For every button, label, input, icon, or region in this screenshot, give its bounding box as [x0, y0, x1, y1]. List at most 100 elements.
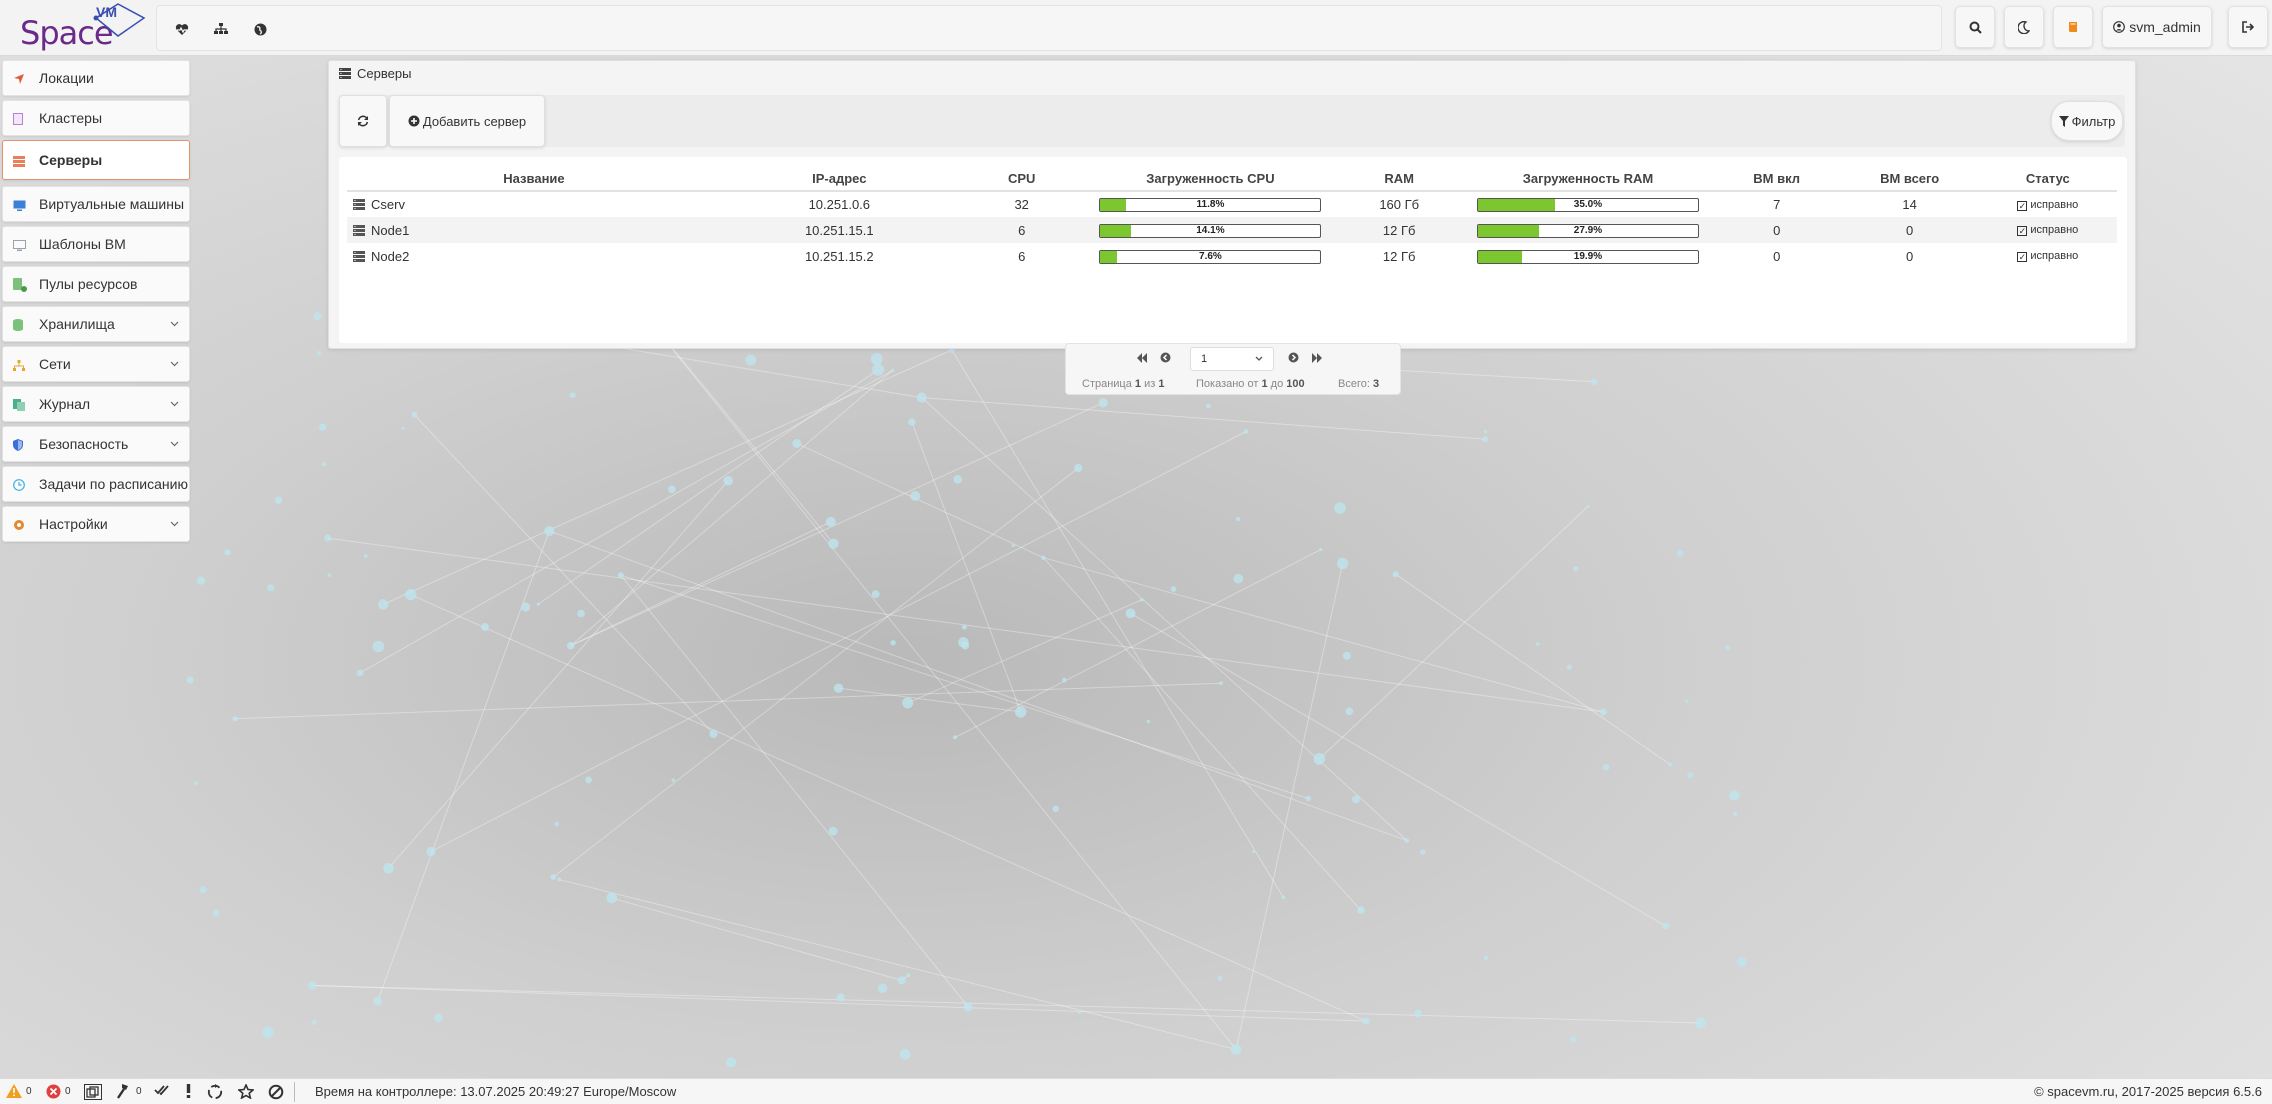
exclamation-icon	[186, 1084, 191, 1098]
shield-icon	[13, 438, 25, 451]
last-page-icon[interactable]	[1311, 352, 1323, 366]
favorites-button[interactable]	[238, 1084, 254, 1099]
cell-ram: 160 Гб	[1379, 197, 1420, 212]
cell-vm-total: 0	[1906, 248, 1914, 264]
sidebar-item-0[interactable]: Локации	[2, 60, 190, 96]
sitemap-icon[interactable]	[210, 18, 232, 40]
prev-page-icon[interactable]	[1160, 352, 1171, 366]
sidebar-item-label: Настройки	[39, 516, 108, 532]
resource-pool-icon	[13, 278, 27, 292]
user-menu-button[interactable]: svm_admin	[2102, 6, 2212, 48]
sidebar-item-3[interactable]: Виртуальные машины	[2, 186, 190, 222]
first-page-icon[interactable]	[1136, 352, 1148, 366]
sidebar-item-label: Хранилища	[39, 316, 115, 332]
column-header[interactable]: ВМ вкл	[1712, 167, 1841, 192]
theme-toggle-button[interactable]	[2004, 6, 2044, 48]
network-icon	[13, 358, 25, 371]
cell-name[interactable]: Node2	[347, 243, 721, 269]
logo[interactable]: Space VM	[18, 2, 148, 52]
table-body: Cserv 10.251.0.6 32 11.8% 160 Гб 35.0% 7 14 ✓ исп…	[347, 191, 2117, 269]
chevron-down-icon[interactable]	[170, 398, 179, 410]
page-info: Страница 1 из 1	[1082, 378, 1165, 390]
table-row[interactable]: Cserv 10.251.0.6 32 11.8% 160 Гб 35.0% 7 14 ✓ исп…	[347, 191, 2117, 217]
sidebar-item-1[interactable]: Кластеры	[2, 100, 190, 136]
heartbeat-icon[interactable]	[171, 18, 193, 40]
column-header[interactable]: Загруженность CPU	[1085, 167, 1336, 192]
table-row[interactable]: Node2 10.251.15.2 6 7.6% 12 Гб 19.9% 0 0 ✓ исправ…	[347, 243, 2117, 269]
book-icon	[2068, 22, 2077, 32]
copy-button[interactable]	[84, 1084, 102, 1100]
filter-label: Фильтр	[2071, 113, 2116, 129]
clock-icon	[13, 478, 25, 491]
chevron-down-icon[interactable]	[170, 518, 179, 530]
sidebar-item-5[interactable]: Пулы ресурсов	[2, 266, 190, 302]
sidebar-item-label: Виртуальные машины	[39, 196, 185, 212]
error-icon	[46, 1084, 61, 1099]
column-header[interactable]: Статус	[1978, 167, 2117, 192]
search-icon	[1969, 21, 1982, 34]
copyright: © spacevm.ru, 2017-2025 версия 6.5.6	[2034, 1084, 2262, 1099]
search-button[interactable]	[1955, 6, 1995, 48]
recycle-icon	[207, 1084, 223, 1100]
page-select[interactable]: 1	[1190, 347, 1274, 371]
cell-vm-total: 0	[1840, 217, 1979, 243]
add-server-button[interactable]: Добавить сервер	[389, 95, 545, 147]
double-check-icon	[154, 1085, 169, 1096]
ram-load-bar: 27.9%	[1476, 223, 1699, 238]
sidebar-item-label: Журнал	[39, 396, 91, 412]
server-icon	[13, 154, 25, 167]
sidebar-item-label: Сети	[39, 356, 71, 372]
footer-divider	[294, 1082, 295, 1102]
logout-button[interactable]	[2228, 6, 2268, 48]
storage-icon	[13, 318, 25, 331]
sidebar-item-10[interactable]: Задачи по расписанию	[2, 466, 190, 502]
cell-ip: 10.251.15.1	[720, 217, 958, 243]
refresh-button[interactable]	[339, 95, 387, 147]
server-icon	[353, 224, 365, 236]
sidebar-item-4[interactable]: Шаблоны ВМ	[2, 226, 190, 262]
journal-icon	[13, 398, 25, 411]
warnings-indicator[interactable]: 0	[6, 1084, 32, 1098]
cell-vm-on: 7	[1773, 197, 1781, 212]
add-server-label: Добавить сервер	[422, 113, 527, 129]
sidebar: Локации Кластеры Серверы Виртуальные машины…	[2, 60, 190, 546]
filter-button[interactable]: Фильтр	[2051, 101, 2123, 141]
column-header[interactable]: Загруженность RAM	[1463, 167, 1713, 192]
column-header[interactable]: IP-адрес	[720, 167, 958, 192]
sidebar-item-6[interactable]: Хранилища	[2, 306, 190, 342]
cell-status: ✓ исправно	[1978, 217, 2117, 243]
table-row[interactable]: Node1 10.251.15.1 6 14.1% 12 Гб 27.9% 0 0 ✓ испра…	[347, 217, 2117, 243]
checkbox-checked-icon: ✓	[2017, 252, 2028, 262]
column-header[interactable]: RAM	[1335, 167, 1464, 192]
alert-button[interactable]	[186, 1084, 191, 1098]
sidebar-item-label: Задачи по расписанию	[39, 476, 188, 492]
column-header[interactable]: CPU	[957, 167, 1086, 192]
server-icon	[339, 68, 351, 79]
chevron-down-icon[interactable]	[170, 438, 179, 450]
panel-toolbar: Добавить сервер Фильтр	[339, 95, 2125, 147]
cell-name[interactable]: Cserv	[347, 191, 721, 217]
server-icon	[353, 199, 365, 210]
sidebar-item-7[interactable]: Сети	[2, 346, 190, 382]
column-header[interactable]: Название	[347, 167, 721, 192]
chevron-down-icon[interactable]	[170, 318, 179, 330]
chevron-down-icon[interactable]	[170, 358, 179, 370]
servers-table-container: Название IP-адрес CPU Загруженность CPU RAM З…	[339, 157, 2127, 395]
tasks-indicator[interactable]: 0	[116, 1084, 142, 1099]
next-page-icon[interactable]	[1288, 352, 1299, 366]
globe-icon[interactable]	[249, 18, 271, 40]
sidebar-item-8[interactable]: Журнал	[2, 386, 190, 422]
column-header[interactable]: ВМ всего	[1840, 167, 1979, 192]
block-button[interactable]	[268, 1084, 284, 1100]
sidebar-item-label: Пулы ресурсов	[39, 276, 138, 292]
errors-indicator[interactable]: 0	[46, 1084, 71, 1099]
sidebar-item-2[interactable]: Серверы	[2, 140, 190, 180]
check-all-button[interactable]	[154, 1084, 170, 1096]
cell-name[interactable]: Node1	[347, 217, 721, 243]
sidebar-item-9[interactable]: Безопасность	[2, 426, 190, 462]
sidebar-item-11[interactable]: Настройки	[2, 506, 190, 542]
docs-button[interactable]	[2053, 6, 2093, 48]
recycle-button[interactable]	[207, 1084, 223, 1100]
cell-ram-load: 19.9%	[1463, 243, 1712, 269]
gear-icon	[13, 518, 25, 530]
